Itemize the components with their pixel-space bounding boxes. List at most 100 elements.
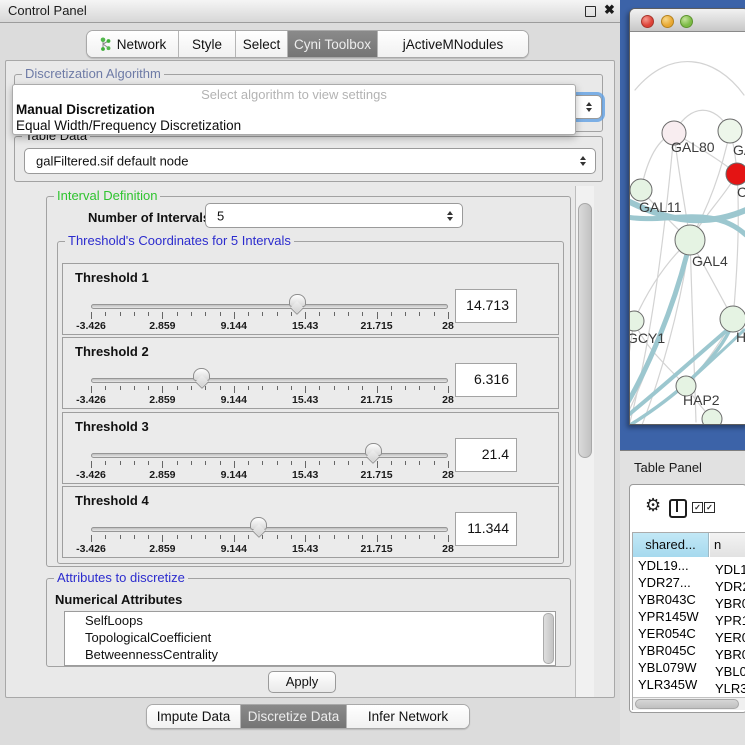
network-window-titlebar[interactable] xyxy=(630,9,745,32)
cell-shared-name: YDL19... xyxy=(633,557,710,574)
network-node[interactable] xyxy=(702,409,722,424)
slider-track[interactable] xyxy=(91,378,448,383)
table-row[interactable]: YDL19...YDL1 xyxy=(633,557,745,574)
slider-thumb[interactable] xyxy=(193,368,210,381)
node-label: GAL80 xyxy=(671,139,715,155)
checkbox-icon[interactable]: ✓ xyxy=(704,502,715,513)
cell-shared-name: YLR345W xyxy=(633,676,710,693)
attribute-list-item[interactable]: BetweennessCentrality xyxy=(65,646,555,663)
slider-thumb[interactable] xyxy=(365,443,382,456)
network-node-ga[interactable] xyxy=(718,119,742,143)
slider-track[interactable] xyxy=(91,527,448,532)
tab-discretize-data[interactable]: Discretize Data xyxy=(241,705,347,728)
network-node-gcy1[interactable] xyxy=(630,311,644,331)
slider-tick-labels: -3.4262.8599.14415.4321.71528 xyxy=(91,543,448,555)
network-node-c[interactable] xyxy=(726,163,745,185)
list-scrollbar-thumb[interactable] xyxy=(543,613,554,664)
node-table: shared... n YDL19...YDL1YDR27...YDR2YBR0… xyxy=(632,532,745,710)
tab-infer-network[interactable]: Infer Network xyxy=(347,705,469,728)
scrollbar-thumb[interactable] xyxy=(635,699,739,709)
network-graph: GAL80GACGAL11GAL4GCY1HHAP2 xyxy=(630,30,745,424)
number-of-intervals-combobox[interactable]: 5 xyxy=(205,203,463,228)
network-edge[interactable] xyxy=(635,62,744,95)
column-header-shared-name[interactable]: shared... xyxy=(633,533,709,557)
close-icon[interactable]: ✖ xyxy=(604,2,615,18)
scrollbar-thumb[interactable] xyxy=(578,203,592,458)
network-canvas[interactable]: GAL80GACGAL11GAL4GCY1HHAP2 xyxy=(630,30,745,424)
float-window-icon[interactable] xyxy=(585,6,596,17)
tab-label: Impute Data xyxy=(157,709,231,724)
node-label: GCY1 xyxy=(630,330,665,346)
dropdown-item-manual-discretization[interactable]: Manual Discretization xyxy=(16,102,155,117)
table-horizontal-scrollbar[interactable] xyxy=(633,697,745,710)
table-row[interactable]: YLR345WYLR3 xyxy=(633,676,745,693)
control-panel-titlebar: Control Panel ✖ xyxy=(0,0,620,23)
threshold-value-field[interactable]: 14.713 xyxy=(455,289,517,323)
column-header-name[interactable]: n xyxy=(710,533,745,557)
tab-jactivemnodules[interactable]: jActiveMNodules xyxy=(378,31,528,57)
slider-thumb[interactable] xyxy=(289,294,306,307)
group-title: Attributes to discretize xyxy=(54,571,188,585)
checkbox-icon[interactable]: ✓ xyxy=(692,502,703,513)
dropdown-item-equal-width-frequency[interactable]: Equal Width/Frequency Discretization xyxy=(16,118,241,133)
node-label: GAL11 xyxy=(639,199,682,215)
slider-track[interactable] xyxy=(91,453,448,458)
table-row[interactable]: YER054CYER0 xyxy=(633,625,745,642)
node-table-body: YDL19...YDL1YDR27...YDR2YBR043CYBR0YPR14… xyxy=(633,557,745,709)
combo-arrows-icon xyxy=(447,211,453,221)
node-label: GA xyxy=(733,142,745,158)
cell-shared-name: YPR145W xyxy=(633,608,710,625)
cell-shared-name: YBR045C xyxy=(633,642,710,659)
tab-label: Select xyxy=(243,37,281,52)
tab-impute-data[interactable]: Impute Data xyxy=(147,705,241,728)
group-title: Interval Definition xyxy=(54,189,160,203)
threshold-value-field[interactable]: 21.4 xyxy=(455,438,517,472)
table-row[interactable]: YBL079WYBL0 xyxy=(633,659,745,676)
mac-zoom-button[interactable] xyxy=(680,15,693,28)
panel-vertical-scrollbar[interactable] xyxy=(575,186,594,697)
cell-shared-name: YBR043C xyxy=(633,591,710,608)
apply-button[interactable]: Apply xyxy=(268,671,336,693)
tab-label: Network xyxy=(117,37,167,52)
tab-label: Cyni Toolbox xyxy=(294,37,371,52)
combo-arrows-icon xyxy=(580,156,586,166)
threshold-panel-2: Threshold 2-3.4262.8599.14415.4321.71528… xyxy=(62,337,559,409)
numerical-attributes-label: Numerical Attributes xyxy=(55,592,182,607)
slider-tick-labels: -3.4262.8599.14415.4321.71528 xyxy=(91,469,448,481)
tab-network[interactable]: Network xyxy=(87,31,179,57)
gear-icon[interactable]: ⚙ xyxy=(645,496,661,514)
attribute-list-item[interactable]: TopologicalCoefficient xyxy=(65,629,555,646)
tab-style[interactable]: Style xyxy=(179,31,236,57)
slider-ticks xyxy=(91,312,448,320)
table-row[interactable]: YBR045CYBR0 xyxy=(633,642,745,659)
slider-thumb[interactable] xyxy=(250,517,267,530)
threshold-value-field[interactable]: 11.344 xyxy=(455,512,517,546)
threshold-panel-4: Threshold 4-3.4262.8599.14415.4321.71528… xyxy=(62,486,559,558)
tab-cyni-toolbox[interactable]: Cyni Toolbox xyxy=(288,31,378,57)
table-data-combobox[interactable]: galFiltered.sif default node xyxy=(24,148,596,174)
number-of-intervals-value: 5 xyxy=(217,208,224,223)
table-panel-title: Table Panel xyxy=(634,460,702,475)
threshold-label: Threshold 1 xyxy=(75,270,149,285)
tab-select[interactable]: Select xyxy=(236,31,288,57)
slider-track[interactable] xyxy=(91,304,448,309)
table-row[interactable]: YDR27...YDR2 xyxy=(633,574,745,591)
slider-tick-labels: -3.4262.8599.14415.4321.71528 xyxy=(91,394,448,406)
group-title: Discretization Algorithm xyxy=(22,67,164,81)
network-node-gal11[interactable] xyxy=(630,179,652,201)
screenshot-root: Control Panel ✖ Network Style Select Cyni T… xyxy=(0,0,745,745)
table-row[interactable]: YBR043CYBR0 xyxy=(633,591,745,608)
top-tab-bar: Network Style Select Cyni Toolbox jActiveMNo… xyxy=(86,30,529,58)
combo-arrows-icon xyxy=(586,102,592,112)
tab-label: Infer Network xyxy=(368,709,448,724)
threshold-value-field[interactable]: 6.316 xyxy=(455,363,517,397)
mac-minimize-button[interactable] xyxy=(661,15,674,28)
node-label: H xyxy=(736,329,745,345)
network-node-gal4[interactable] xyxy=(675,225,705,255)
mac-close-button[interactable] xyxy=(641,15,654,28)
group-title: Threshold's Coordinates for 5 Intervals xyxy=(65,234,294,248)
attribute-list-item[interactable]: SelfLoops xyxy=(65,612,555,629)
numerical-attributes-list[interactable]: SelfLoopsTopologicalCoefficientBetweenne… xyxy=(64,611,556,666)
table-row[interactable]: YPR145WYPR1 xyxy=(633,608,745,625)
split-columns-icon[interactable] xyxy=(669,499,687,518)
